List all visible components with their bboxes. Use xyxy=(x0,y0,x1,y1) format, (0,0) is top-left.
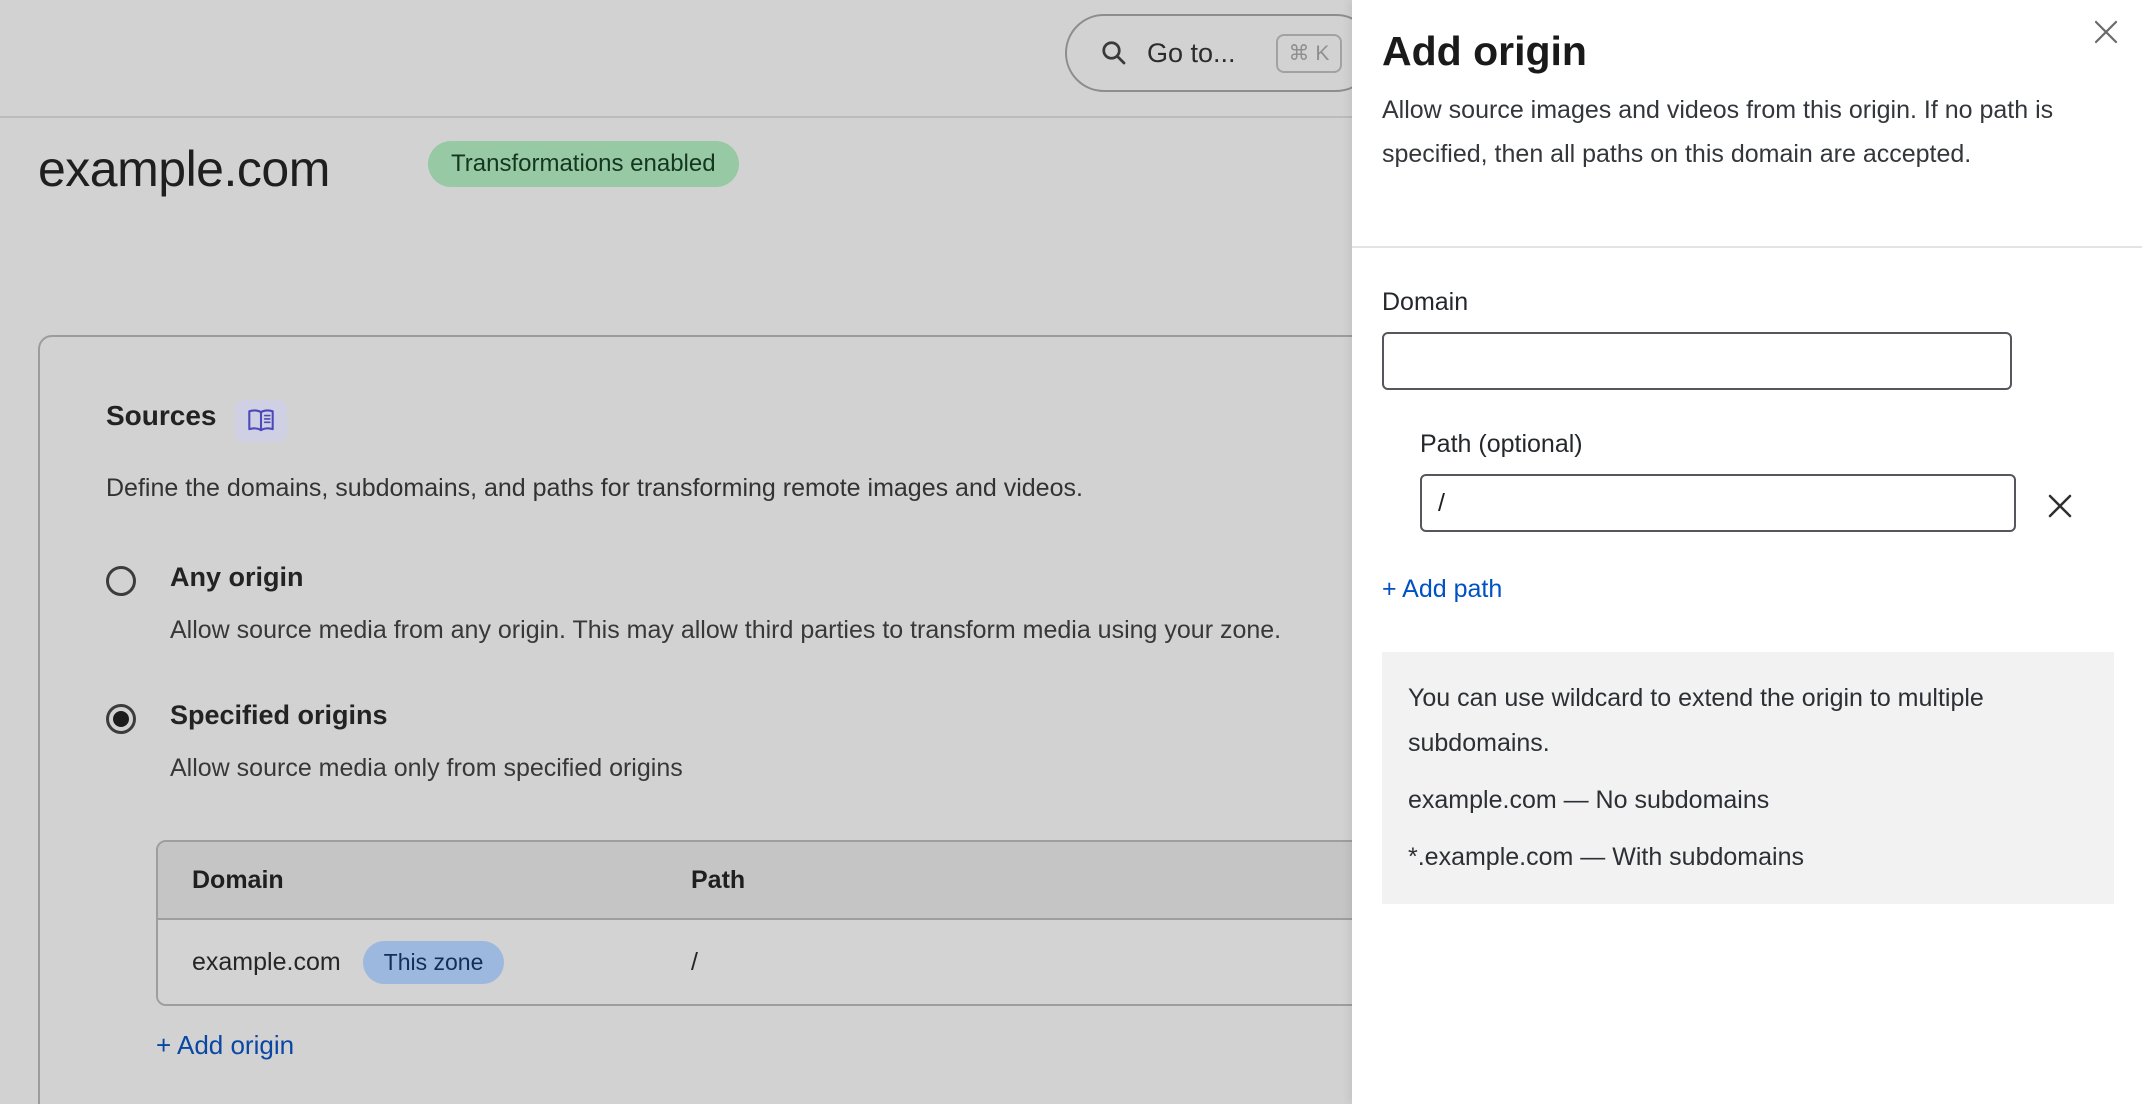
remove-icon xyxy=(2045,491,2075,521)
column-header-domain: Domain xyxy=(158,866,691,895)
row-domain-value: example.com xyxy=(192,948,341,977)
radio-any-origin-description: Allow source media from any origin. This… xyxy=(170,616,1281,645)
goto-search-button[interactable]: Go to... ⌘ K xyxy=(1065,14,1375,92)
screen: Go to... ⌘ K example.com Transformations… xyxy=(0,0,2142,1104)
radio-any-origin-label[interactable]: Any origin xyxy=(170,562,304,593)
panel-description: Allow source images and videos from this… xyxy=(1382,88,2097,176)
add-path-link[interactable]: + Add path xyxy=(1382,575,1502,604)
keyboard-shortcut-badge: ⌘ K xyxy=(1276,34,1343,73)
add-origin-panel: Add origin Allow source images and video… xyxy=(1352,0,2142,1104)
transformations-status-badge: Transformations enabled xyxy=(428,141,739,187)
sources-heading: Sources xyxy=(106,400,217,432)
domain-label: Domain xyxy=(1382,288,1468,317)
radio-specified-origins[interactable] xyxy=(106,704,136,734)
page-title: example.com xyxy=(38,140,330,198)
radio-specified-origins-label[interactable]: Specified origins xyxy=(170,700,388,731)
wildcard-info-text: You can use wildcard to extend the origi… xyxy=(1408,676,2088,766)
panel-title: Add origin xyxy=(1382,28,1587,75)
radio-specified-origins-description: Allow source media only from specified o… xyxy=(170,754,683,783)
docs-link-button[interactable] xyxy=(235,400,287,442)
goto-search-label: Go to... xyxy=(1147,38,1236,69)
panel-divider xyxy=(1352,246,2142,248)
open-book-icon xyxy=(245,408,277,434)
wildcard-example-no-subdomains: example.com — No subdomains xyxy=(1408,778,2088,823)
wildcard-example-with-subdomains: *.example.com — With subdomains xyxy=(1408,835,2088,880)
sources-description: Define the domains, subdomains, and path… xyxy=(106,474,1083,503)
this-zone-badge: This zone xyxy=(363,941,505,984)
close-panel-button[interactable] xyxy=(2088,14,2124,50)
close-icon xyxy=(2091,17,2121,47)
remove-path-button[interactable] xyxy=(2042,488,2078,524)
wildcard-info-box: You can use wildcard to extend the origi… xyxy=(1382,652,2114,904)
add-origin-link[interactable]: + Add origin xyxy=(156,1030,294,1061)
path-input[interactable] xyxy=(1420,474,2016,532)
search-icon xyxy=(1099,38,1129,68)
domain-input[interactable] xyxy=(1382,332,2012,390)
path-label: Path (optional) xyxy=(1420,430,1583,459)
radio-any-origin[interactable] xyxy=(106,566,136,596)
